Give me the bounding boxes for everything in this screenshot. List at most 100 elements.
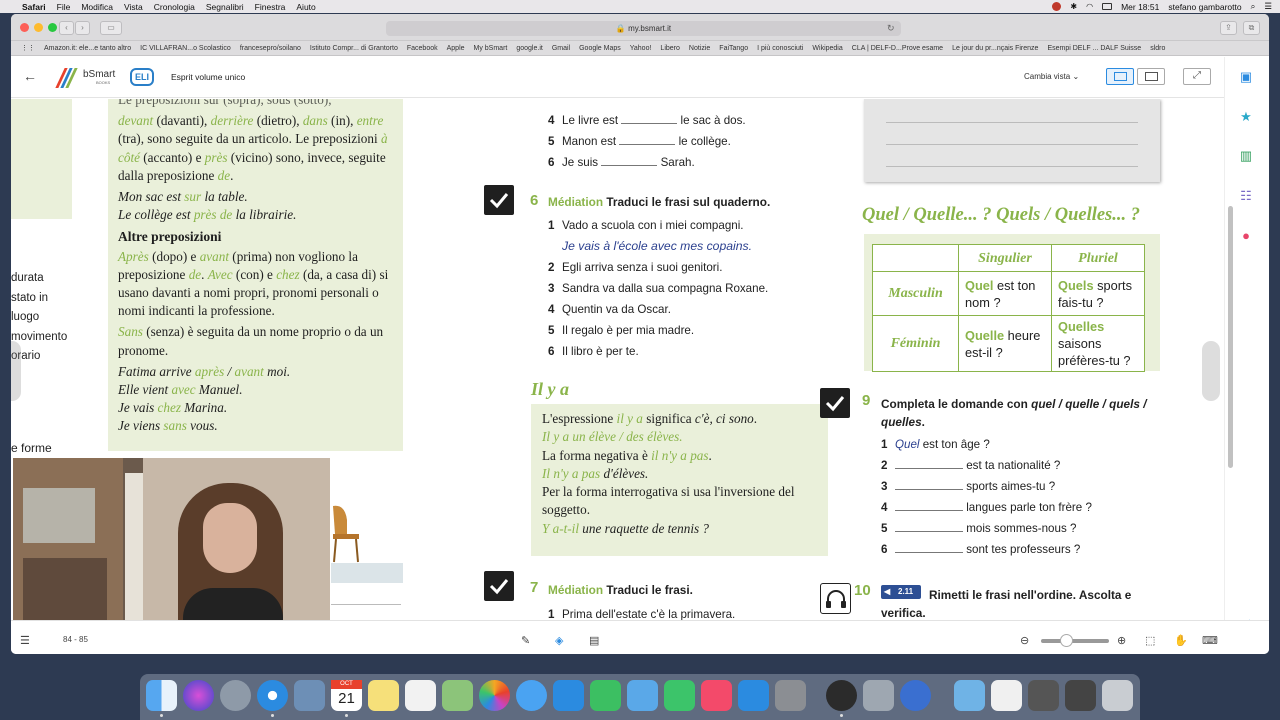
toolbox-icon[interactable]: ▣	[1238, 70, 1254, 84]
close-window-button[interactable]	[20, 23, 29, 32]
numbers-icon[interactable]	[590, 680, 621, 711]
exercise-7-check-button[interactable]	[484, 571, 514, 601]
bookmark-item[interactable]: Esempi DELF ... DALF Suisse	[1047, 45, 1141, 52]
system-preferences-icon[interactable]	[775, 680, 806, 711]
prev-page-arrow[interactable]	[11, 341, 21, 401]
print-icon[interactable]: ▤	[589, 634, 599, 647]
zoom-window-button[interactable]	[48, 23, 57, 32]
bookmark-item[interactable]: Libero	[660, 45, 679, 52]
user-icon[interactable]: ●	[1238, 229, 1254, 243]
book-icon[interactable]: ▥	[1238, 149, 1254, 163]
notes-icon[interactable]	[368, 680, 399, 711]
minimize-window-button[interactable]	[34, 23, 43, 32]
answer-blank[interactable]	[619, 144, 676, 145]
keynote-presenter-icon[interactable]	[627, 680, 658, 711]
spotlight-search-icon[interactable]: ⌕	[1251, 1, 1256, 12]
answer-blank[interactable]	[895, 468, 963, 469]
messages-icon[interactable]	[516, 680, 547, 711]
app-store-icon[interactable]	[738, 680, 769, 711]
zoom-slider[interactable]	[1041, 639, 1109, 643]
bookmark-item[interactable]: Google Maps	[579, 45, 621, 52]
structure-icon[interactable]: ☷	[1238, 189, 1254, 203]
menu-finestra[interactable]: Finestra	[255, 2, 286, 12]
next-page-arrow[interactable]	[1202, 341, 1220, 401]
fullscreen-button[interactable]: ⤢	[1183, 68, 1211, 85]
sidebar-toggle-button[interactable]: ▭	[100, 21, 122, 35]
menu-cronologia[interactable]: Cronologia	[154, 2, 195, 12]
bookmark-item[interactable]: Le jour du pr...nçais Firenze	[952, 45, 1038, 52]
folder-icon[interactable]	[954, 680, 985, 711]
back-nav-button[interactable]: ‹	[59, 21, 74, 35]
answer-blank[interactable]	[895, 510, 963, 511]
single-page-view-button[interactable]	[1106, 68, 1134, 85]
handwritten-answer[interactable]: Quel	[895, 438, 920, 451]
bookmark-item[interactable]: Notizie	[689, 45, 710, 52]
obs-icon[interactable]	[826, 680, 857, 711]
bookmark-item[interactable]: google.it	[516, 45, 542, 52]
back-arrow-icon[interactable]: ←	[23, 68, 37, 84]
control-center-icon[interactable]: ☰	[1264, 1, 1272, 12]
zoom-out-icon[interactable]: ⊖	[1020, 634, 1029, 647]
menu-aiuto[interactable]: Aiuto	[296, 2, 315, 12]
zoom-area-icon[interactable]: ⬚	[1145, 634, 1155, 647]
forward-nav-button[interactable]: ›	[75, 21, 90, 35]
document-icon[interactable]	[991, 680, 1022, 711]
preview-icon[interactable]	[294, 680, 325, 711]
exercise-6-check-button[interactable]	[484, 185, 514, 215]
stack-icon[interactable]	[1028, 680, 1059, 711]
answer-blank[interactable]	[895, 552, 963, 553]
pen-icon[interactable]: ✎	[521, 634, 530, 647]
menu-segnalibri[interactable]: Segnalibri	[206, 2, 244, 12]
reload-icon[interactable]: ↻	[887, 23, 895, 34]
share-button[interactable]: ⇪	[1220, 21, 1237, 35]
bookmark-item[interactable]: Yahoo!	[630, 45, 652, 52]
exercise-9-check-button[interactable]	[820, 388, 850, 418]
menu-vista[interactable]: Vista	[124, 2, 143, 12]
bookmark-item[interactable]: Wikipedia	[812, 45, 842, 52]
change-view-dropdown[interactable]: Cambia vista ⌄	[1024, 72, 1079, 81]
battery-icon[interactable]	[1102, 3, 1113, 10]
bookmark-item[interactable]: Gmail	[552, 45, 570, 52]
bookmark-item[interactable]: IC VILLAFRAN...o Scolastico	[140, 45, 231, 52]
maps-icon[interactable]	[442, 680, 473, 711]
bookmark-item[interactable]: francesepro/soilano	[240, 45, 301, 52]
menubar-clock[interactable]: Mer 18:51	[1121, 2, 1159, 12]
status-icon-record[interactable]	[1052, 2, 1062, 11]
zoom-in-icon[interactable]: ⊕	[1117, 634, 1126, 647]
double-page-view-button[interactable]	[1137, 68, 1165, 85]
keyboard-icon[interactable]: ⌨	[1202, 634, 1218, 647]
safari-icon[interactable]	[257, 680, 288, 711]
siri-icon[interactable]	[183, 680, 214, 711]
finder-icon[interactable]	[146, 680, 177, 711]
answer-blank[interactable]	[895, 489, 963, 490]
exercise-10-audio-button[interactable]	[820, 583, 851, 614]
menu-file[interactable]: File	[57, 2, 71, 12]
answer-blank[interactable]	[601, 165, 658, 166]
answer-blank[interactable]	[621, 123, 678, 124]
status-icon-wifi[interactable]: ◠	[1086, 2, 1093, 11]
bookmark-item[interactable]: Apple	[447, 45, 465, 52]
trash-icon[interactable]	[1102, 680, 1133, 711]
star-icon[interactable]: ★	[1238, 110, 1254, 124]
menubar-user[interactable]: stefano gambarotto	[1168, 2, 1241, 12]
webcam-video-overlay[interactable]	[13, 458, 330, 620]
zoom-slider-knob[interactable]	[1060, 634, 1073, 647]
reminders-icon[interactable]	[405, 680, 436, 711]
bookmark-item[interactable]: My bSmart	[474, 45, 508, 52]
tabs-overview-button[interactable]: ⧉	[1243, 21, 1260, 35]
screen-stack-icon[interactable]	[1065, 680, 1096, 711]
answer-blank[interactable]	[895, 531, 963, 532]
photos-icon[interactable]	[479, 680, 510, 711]
bookmark-item[interactable]: sldro	[1150, 45, 1165, 52]
status-icon-bluetooth[interactable]: ✱	[1070, 2, 1077, 11]
bookmark-item[interactable]: Istituto Compr... di Grantorto	[310, 45, 398, 52]
launchpad-icon[interactable]	[220, 680, 251, 711]
list-icon[interactable]: ☰	[20, 634, 30, 647]
bookmarks-grid-icon[interactable]: ⋮⋮	[21, 44, 35, 52]
address-bar[interactable]: 🔒 my.bsmart.it	[386, 21, 901, 36]
bookmark-item[interactable]: FaiTango	[719, 45, 748, 52]
app-icon[interactable]	[900, 680, 931, 711]
keynote-icon[interactable]	[553, 680, 584, 711]
vertical-scrollbar[interactable]	[1228, 206, 1233, 468]
bookmark-item[interactable]: Facebook	[407, 45, 438, 52]
